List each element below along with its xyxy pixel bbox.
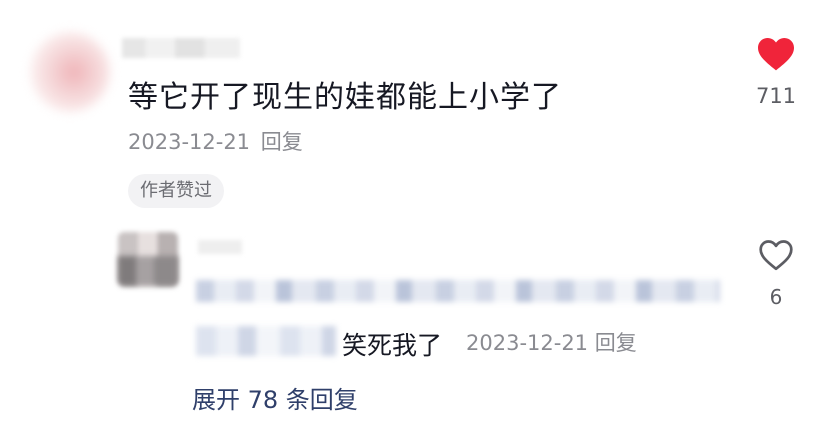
avatar[interactable]	[30, 32, 110, 112]
reply-button[interactable]: 回复	[261, 130, 303, 154]
author-liked-badge: 作者赞过	[128, 174, 224, 208]
comment-date: 2023-12-21	[128, 130, 251, 154]
blurred-comment-text	[196, 326, 336, 356]
avatar-lower	[118, 256, 178, 286]
comment-meta: 2023-12-21 回复	[466, 327, 637, 357]
comment-text: 等它开了现生的娃都能上小学了	[128, 80, 562, 115]
heart-filled-icon[interactable]	[756, 36, 796, 72]
comment-meta: 2023-12-21 回复	[128, 126, 303, 156]
like-count: 711	[755, 84, 797, 108]
username-blurred[interactable]	[122, 38, 240, 58]
heart-outline-icon[interactable]	[758, 238, 794, 272]
expand-replies-link[interactable]: 展开 78 条回复	[192, 380, 358, 415]
blurred-comment-text	[196, 280, 720, 302]
comment-text: 笑死我了	[342, 331, 443, 360]
like-count: 6	[769, 285, 783, 309]
reply-button[interactable]: 回复	[595, 331, 637, 355]
comment-date: 2023-12-21	[466, 331, 589, 355]
username-blurred[interactable]	[198, 240, 242, 254]
